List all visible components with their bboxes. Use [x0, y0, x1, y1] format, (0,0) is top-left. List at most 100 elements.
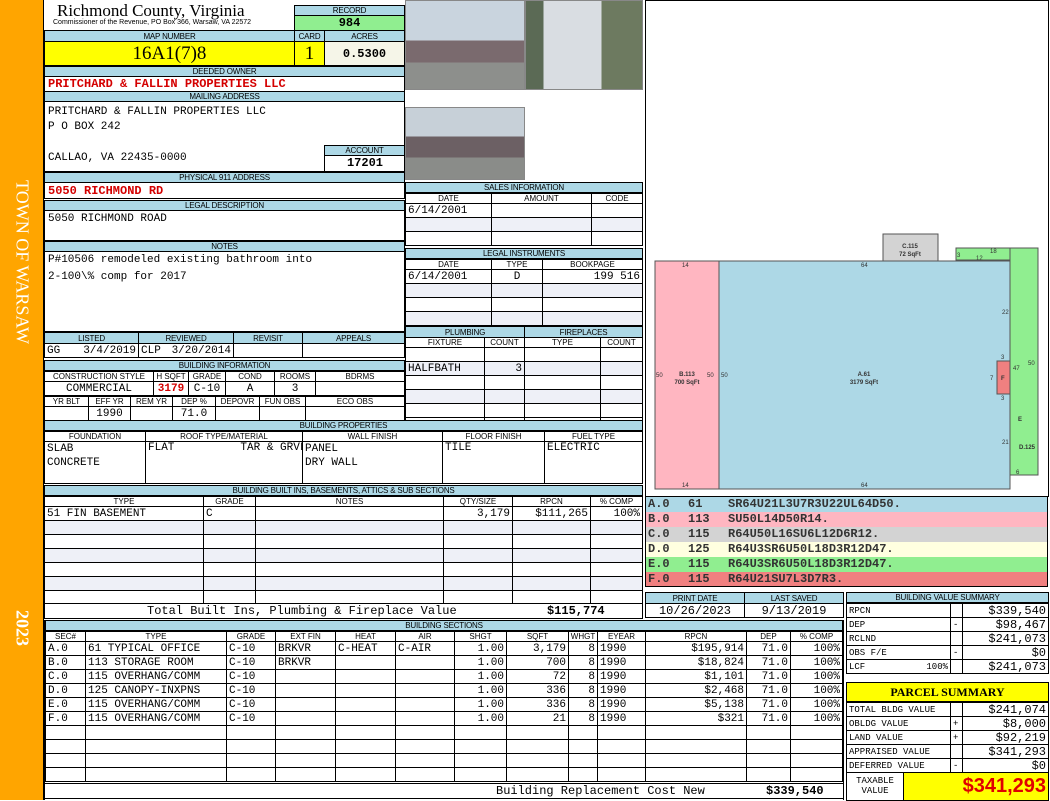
section-row-cell: [335, 739, 396, 754]
property-photo-front[interactable]: [405, 0, 525, 90]
section-row-cell: 336: [506, 683, 569, 698]
commissioner-subtitle: Commissioner of the Revenue, PO Box 366,…: [53, 19, 252, 26]
parcel-summary-row: TOTAL BLDG VALUE $241,074: [846, 702, 1049, 717]
bi-h: H SQFT: [153, 371, 189, 382]
year-built: [44, 406, 89, 421]
bi-col: RPCN: [512, 496, 591, 507]
bi-h: CONSTRUCTION STYLE: [44, 371, 154, 382]
dim: 50: [721, 373, 728, 379]
section-row-cell: 100%: [790, 641, 843, 656]
wall-finish: PANEL DRY WALL: [302, 441, 443, 484]
section-row-cell: 71.0: [746, 669, 791, 684]
legend-code: 115: [688, 557, 710, 571]
section-row: [45, 753, 843, 768]
section-row-cell: 1.00: [454, 683, 507, 698]
section-row-cell: 1990: [597, 711, 646, 726]
record-label: RECORD: [294, 5, 405, 16]
builtin-row-cell: [203, 576, 256, 591]
sketch-canvas: B.113 700 SqFt A.61 3179 SqFt C.115 72 S…: [654, 233, 1039, 490]
listed-label: LISTED: [44, 332, 139, 344]
legend-section: E.0: [648, 557, 670, 571]
building-sections: BUILDING SECTIONS SEC# TYPE GRADE EXT FIN HE…: [44, 620, 844, 800]
section-row-cell: [85, 725, 227, 740]
section-row-cell: A.0: [45, 641, 86, 656]
section-row-cell: [790, 725, 843, 740]
section-row-cell: [506, 725, 569, 740]
builtin-row-cell: [44, 520, 204, 535]
dim: 22: [1002, 310, 1009, 316]
grade: C-10: [188, 381, 226, 396]
section-row-cell: [506, 739, 569, 754]
section-row-cell: 100%: [790, 683, 843, 698]
plumbing-row: [405, 347, 643, 362]
vs-label: LCF: [846, 659, 899, 674]
remaining-years: [130, 406, 173, 421]
instrument-row: 6/14/2001 D 199 516: [405, 269, 643, 284]
reviewed-label: REVIEWED: [138, 332, 234, 344]
building-sketch[interactable]: B.113 700 SqFt A.61 3179 SqFt C.115 72 S…: [645, 0, 1049, 497]
section-row-cell: C-10: [226, 655, 276, 670]
fireplace-count: [600, 375, 643, 390]
vs-pct: [898, 631, 951, 646]
sales-row-cell: [591, 217, 643, 232]
sketch-label-e: E: [1018, 417, 1022, 423]
revisit: [233, 343, 303, 358]
section-row-cell: [226, 725, 276, 740]
section-row-cell: 1.00: [454, 655, 507, 670]
ps-value: $8,000: [962, 716, 1049, 731]
dim: 50: [1028, 361, 1035, 367]
ps-value: $241,074: [962, 702, 1049, 717]
builtin-row-cell: [443, 562, 513, 577]
section-row-cell: 100%: [790, 655, 843, 670]
builtin-row-cell: [255, 576, 444, 591]
section-row-cell: 1.00: [454, 711, 507, 726]
sketch-area-b: 700 SqFt: [674, 380, 699, 386]
section-row-cell: $5,138: [645, 697, 747, 712]
sales-h: DATE: [405, 193, 492, 204]
section-col-header: EXT FIN: [275, 631, 336, 642]
instrument-row-cell: [405, 283, 492, 298]
notes-label: NOTES: [44, 241, 405, 252]
mailing-label: MAILING ADDRESS: [44, 91, 405, 102]
section-row-cell: [395, 683, 455, 698]
section-row-cell: 100%: [790, 697, 843, 712]
section-row-cell: 71.0: [746, 697, 791, 712]
effective-year: 1990: [88, 406, 131, 421]
section-row-cell: 72: [506, 669, 569, 684]
date-box: PRINT DATE LAST SAVED 10/26/2023 9/13/2019: [645, 592, 844, 618]
vs-sign: [950, 603, 963, 618]
property-photo-sign[interactable]: [525, 0, 643, 90]
section-row-cell: [275, 739, 336, 754]
last-saved-label: LAST SAVED: [744, 592, 844, 604]
instrument-row-cell: [405, 297, 492, 312]
notes-line2: 2-100\% comp for 2017: [48, 271, 187, 283]
vs-pct: 100%: [898, 659, 951, 674]
sales-row-cell: [491, 231, 592, 246]
dim: 21: [1002, 440, 1009, 446]
sales-row-cell: [491, 203, 592, 218]
fixture: [405, 403, 485, 418]
reviewed: CLP 3/20/2014: [138, 343, 234, 358]
property-photo-side[interactable]: [405, 107, 525, 180]
last-saved: 9/13/2019: [744, 603, 844, 618]
legend-row: C.0 115 R64U50L16SU6L12D6R12.: [645, 527, 1048, 542]
section-row-cell: 1990: [597, 669, 646, 684]
record-box: RECORD 984: [294, 5, 405, 31]
bi-h: FUN OBS: [259, 396, 306, 407]
vs-sign: -: [950, 617, 963, 632]
vs-value: $98,467: [962, 617, 1049, 632]
builtin-row: [44, 520, 643, 535]
vs-value: $241,073: [962, 659, 1049, 674]
plumbing-fireplaces: PLUMBING FIREPLACES FIXTURE COUNT TYPE COUNT…: [405, 326, 643, 432]
section-row-cell: BRKVR: [275, 655, 336, 670]
section-col-header: % COMP: [790, 631, 843, 642]
bi-h: GRADE: [188, 371, 226, 382]
value-summary-row: RPCN $339,540: [846, 603, 1049, 618]
owner-section: DEEDED OWNER PRITCHARD & FALLIN PROPERTI…: [44, 66, 405, 199]
legend-code: 61: [688, 497, 703, 511]
legend-path: R64U21SU7L3D7R3.: [728, 572, 844, 586]
section-row-cell: 1990: [597, 697, 646, 712]
depreciation-pct: 71.0: [172, 406, 216, 421]
section-row-cell: [597, 725, 646, 740]
builtin-row-cell: 51 FIN BASEMENT: [44, 506, 204, 521]
